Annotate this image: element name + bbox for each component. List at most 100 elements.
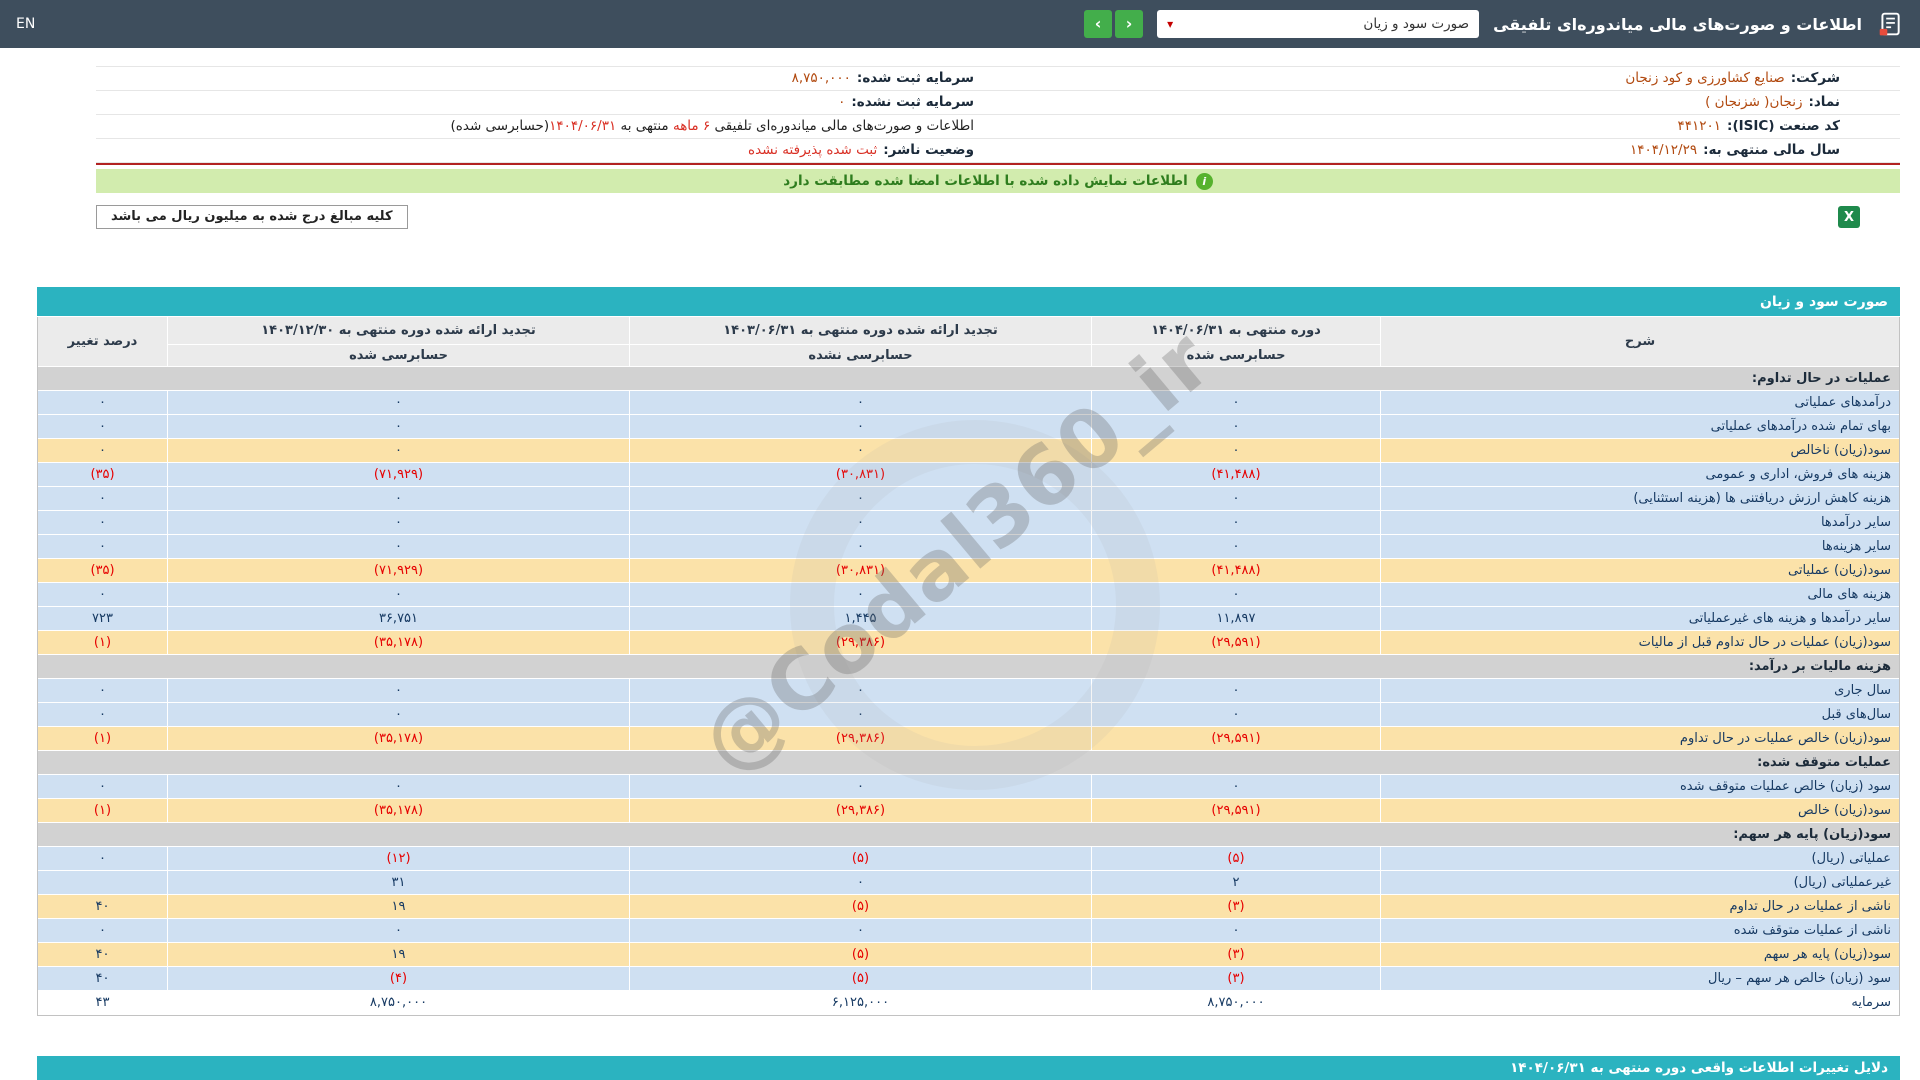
info-row: شرکت:صنایع کشاورزی و کود زنجانسرمایه ثبت…: [96, 67, 1900, 91]
info-cell-right: شرکت: صنایع کشاورزی و کود زنجان: [998, 67, 1900, 90]
row-value: (۳۰,۸۳۱): [630, 463, 1091, 486]
row-value: (۲۹,۵۹۱): [1092, 799, 1380, 822]
row-value: ۰: [38, 415, 167, 438]
info-text: ۱۴۰۴/۰۶/۳۱: [549, 118, 616, 134]
table-row: سود(زیان) ناخالص۰۰۰۰: [38, 439, 1899, 462]
info-value: ۸,۷۵۰,۰۰۰: [792, 70, 851, 86]
row-value: ۳۶,۷۵۱: [168, 607, 629, 630]
row-value: ۲: [1092, 871, 1380, 894]
row-label: هزینه های فروش، اداری و عمومی: [1381, 463, 1899, 486]
info-cell-left: اطلاعات و صورت‌های مالی میاندوره‌ای تلفی…: [96, 115, 998, 138]
statement-select-value: صورت سود و زیان: [1363, 16, 1469, 32]
row-value: ۴۰: [38, 943, 167, 966]
row-value: ۰: [38, 391, 167, 414]
row-value: ۰: [38, 919, 167, 942]
row-value: ۰: [168, 775, 629, 798]
row-value: ۰: [1092, 439, 1380, 462]
banner-text: اطلاعات نمایش داده شده با اطلاعات امضا ش…: [783, 173, 1188, 189]
row-value: ۰: [1092, 487, 1380, 510]
row-value: (۲۹,۳۸۶): [630, 799, 1091, 822]
row-value: (۵): [630, 943, 1091, 966]
row-value: ۰: [168, 679, 629, 702]
row-value: ۰: [630, 439, 1091, 462]
row-value: ۰: [38, 439, 167, 462]
statement-table-body: عملیات در حال تداوم:درآمدهای عملیاتی۰۰۰۰…: [38, 366, 1899, 1015]
table-row: هزینه های مالی۰۰۰۰: [38, 583, 1899, 606]
row-value: ۸,۷۵۰,۰۰۰: [1092, 991, 1380, 1014]
row-value: ۰: [630, 775, 1091, 798]
prev-statement-button[interactable]: ‹: [1115, 10, 1143, 38]
row-value: ۰: [630, 415, 1091, 438]
row-value: ۴۰: [38, 967, 167, 990]
table-row: سود(زیان) پایه هر سهم:: [38, 823, 1899, 846]
row-label: عملیاتی (ریال): [1381, 847, 1899, 870]
info-value: صنایع کشاورزی و کود زنجان: [1625, 70, 1784, 86]
row-value: ۰: [630, 391, 1091, 414]
excel-export-icon[interactable]: X: [1838, 206, 1860, 228]
statement-table: شرح دوره منتهی به ۱۴۰۴/۰۶/۳۱ تجدید ارائه…: [37, 317, 1900, 1016]
row-value: (۳): [1092, 895, 1380, 918]
row-value: ۸,۷۵۰,۰۰۰: [168, 991, 629, 1014]
company-info-table: شرکت:صنایع کشاورزی و کود زنجانسرمایه ثبت…: [96, 66, 1900, 163]
row-value: (۴۱,۴۸۸): [1092, 559, 1380, 582]
statement-select[interactable]: صورت سود و زیان ▾: [1157, 10, 1479, 38]
info-label: شرکت:: [1791, 70, 1840, 86]
row-label: ناشی از عملیات متوقف شده: [1381, 919, 1899, 942]
row-value: ۰: [38, 847, 167, 870]
info-value: زنجان( شزنجان ): [1705, 94, 1802, 110]
row-value: (۳۵,۱۷۸): [168, 631, 629, 654]
row-value: (۱): [38, 631, 167, 654]
row-value: (۲۹,۵۹۱): [1092, 631, 1380, 654]
info-label: کد صنعت (ISIC):: [1727, 118, 1840, 134]
row-value: ۰: [168, 919, 629, 942]
row-value: ۰: [38, 487, 167, 510]
row-value: ۴۳: [38, 991, 167, 1014]
row-value: ۳۱: [168, 871, 629, 894]
row-label: ناشی از عملیات در حال تداوم: [1381, 895, 1899, 918]
row-value: ۰: [630, 511, 1091, 534]
language-switch[interactable]: EN: [16, 16, 35, 32]
row-value: ۰: [168, 583, 629, 606]
currency-note: کلیه مبالغ درج شده به میلیون ریال می باش…: [96, 205, 408, 229]
column-header-restated-prior-year: تجدید ارائه شده دوره منتهی به ۱۴۰۳/۱۲/۳۰: [168, 317, 629, 344]
table-row: هزینه های فروش، اداری و عمومی(۴۱,۴۸۸)(۳۰…: [38, 463, 1899, 486]
table-row: سرمایه۸,۷۵۰,۰۰۰۶,۱۲۵,۰۰۰۸,۷۵۰,۰۰۰۴۳: [38, 991, 1899, 1014]
row-value: ۰: [38, 535, 167, 558]
row-label: سود(زیان) پایه هر سهم: [1381, 943, 1899, 966]
info-value: ۰: [838, 94, 845, 110]
row-value: ۰: [630, 871, 1091, 894]
row-value: ۰: [38, 679, 167, 702]
row-value: ۰: [168, 511, 629, 534]
row-label: سود(زیان) خالص عملیات در حال تداوم: [1381, 727, 1899, 750]
column-subheader-audited-2: حسابرسی شده: [168, 345, 629, 366]
red-divider: [96, 163, 1900, 165]
next-statement-button[interactable]: ›: [1084, 10, 1112, 38]
info-cell-right: کد صنعت (ISIC):۴۴۱۲۰۱: [998, 115, 1900, 138]
info-value: ۱۴۰۴/۱۲/۲۹: [1630, 142, 1697, 158]
row-value: (۳۵,۱۷۸): [168, 727, 629, 750]
statement-nav-buttons: ‹ ›: [1084, 10, 1143, 38]
row-value: (۴۱,۴۸۸): [1092, 463, 1380, 486]
row-label: سود (زیان) خالص عملیات متوقف شده: [1381, 775, 1899, 798]
table-row: سود(زیان) خالص(۲۹,۵۹۱)(۲۹,۳۸۶)(۳۵,۱۷۸)(۱…: [38, 799, 1899, 822]
column-subheader-audited: حسابرسی شده: [1092, 345, 1380, 366]
statement-table-header: شرح دوره منتهی به ۱۴۰۴/۰۶/۳۱ تجدید ارائه…: [38, 317, 1899, 366]
info-value: ثبت شده پذیرفته نشده: [748, 142, 877, 158]
table-row: سایر درآمدها و هزینه های غیرعملیاتی۱۱,۸۹…: [38, 607, 1899, 630]
row-label: سود(زیان) خالص: [1381, 799, 1899, 822]
info-label: سال مالی منتهی به:: [1703, 142, 1840, 158]
row-label: درآمدهای عملیاتی: [1381, 391, 1899, 414]
page-title: اطلاعات و صورت‌های مالی میاندوره‌ای تلفی…: [1493, 15, 1862, 34]
row-value: ۰: [630, 487, 1091, 510]
top-navigation-bar: اطلاعات و صورت‌های مالی میاندوره‌ای تلفی…: [0, 0, 1920, 48]
info-label: نماد:: [1808, 94, 1840, 110]
row-value: (۱۲): [168, 847, 629, 870]
report-icon: [1876, 10, 1904, 38]
row-label: سود (زیان) خالص هر سهم – ریال: [1381, 967, 1899, 990]
row-value: ۱,۴۴۵: [630, 607, 1091, 630]
row-value: ۰: [168, 535, 629, 558]
row-value: ۱۱,۸۹۷: [1092, 607, 1380, 630]
row-value: ۰: [1092, 919, 1380, 942]
table-row: درآمدهای عملیاتی۰۰۰۰: [38, 391, 1899, 414]
row-label: غیرعملیاتی (ریال): [1381, 871, 1899, 894]
